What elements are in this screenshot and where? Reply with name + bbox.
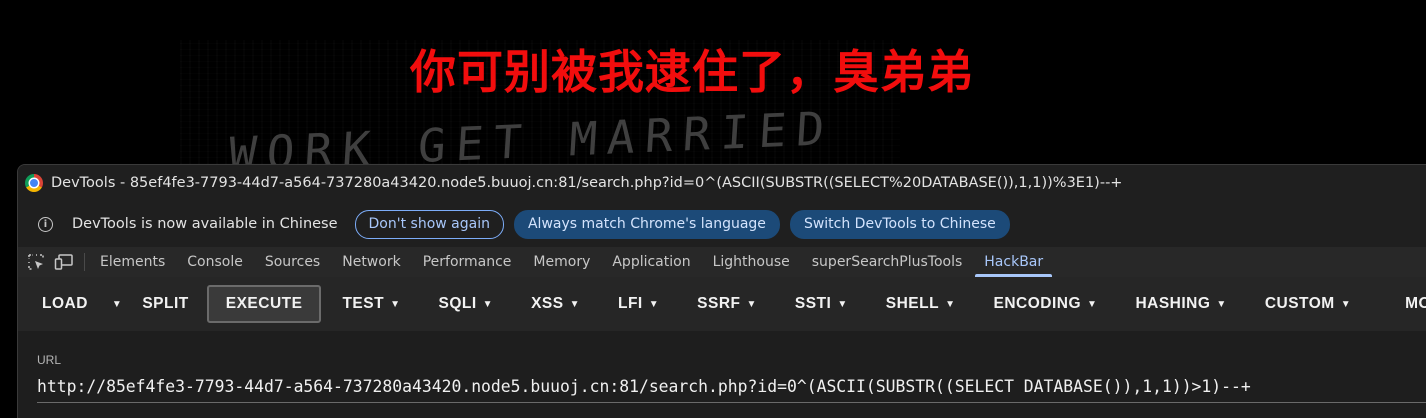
tab-application[interactable]: Application: [601, 247, 701, 277]
chevron-down-icon: ▼: [390, 298, 401, 310]
custom-menu-button[interactable]: CUSTOM ▼: [1265, 285, 1351, 323]
tab-memory[interactable]: Memory: [522, 247, 601, 277]
always-match-language-button[interactable]: Always match Chrome's language: [513, 209, 780, 239]
ssrf-menu-button[interactable]: SSRF ▼: [697, 285, 757, 323]
chevron-down-icon: ▼: [945, 298, 956, 310]
shell-menu-label: SHELL: [885, 295, 940, 312]
chevron-down-icon: ▼: [1087, 298, 1098, 310]
web-page-background: WORK GET MARRIED 你可别被我逮住了，臭弟弟: [0, 0, 1426, 165]
chrome-icon: [25, 174, 43, 192]
chevron-down-icon: ▼: [569, 298, 580, 310]
chevron-down-icon: ▼: [1216, 298, 1227, 310]
switch-to-chinese-button[interactable]: Switch DevTools to Chinese: [789, 209, 1010, 239]
encoding-menu-label: ENCODING: [993, 295, 1082, 312]
dont-show-again-button[interactable]: Don't show again: [354, 209, 504, 239]
tab-elements[interactable]: Elements: [89, 247, 176, 277]
tab-performance[interactable]: Performance: [412, 247, 523, 277]
load-button-label: LOAD: [42, 295, 88, 312]
chevron-down-icon: ▼: [1340, 298, 1352, 310]
tab-lighthouse[interactable]: Lighthouse: [702, 247, 801, 277]
tab-sources[interactable]: Sources: [254, 247, 331, 277]
ssrf-menu-label: SSRF: [697, 295, 741, 312]
device-toolbar-icon[interactable]: [54, 252, 74, 272]
info-icon: i: [38, 216, 53, 232]
xss-menu-label: XSS: [531, 295, 564, 312]
execute-button[interactable]: EXECUTE: [206, 285, 322, 323]
sqli-menu-label: SQLI: [438, 295, 477, 312]
test-menu-label: TEST: [342, 295, 385, 312]
window-title: DevTools - 85ef4fe3-7793-44d7-a564-73728…: [51, 175, 1123, 191]
infobar-message: DevTools is now available in Chinese: [72, 216, 338, 232]
hackbar-toolbar: LOAD ▼ SPLIT EXECUTE TEST ▼ SQLI ▼ XSS ▼ LF…: [18, 277, 1426, 331]
url-label: URL: [37, 353, 62, 367]
tabbar-divider: [84, 253, 85, 271]
tab-hackbar[interactable]: HackBar: [973, 247, 1054, 277]
load-button[interactable]: LOAD: [42, 285, 88, 323]
hashing-menu-label: HASHING: [1135, 295, 1211, 312]
tab-network[interactable]: Network: [331, 247, 411, 277]
ssti-menu-label: SSTI: [794, 295, 832, 312]
more-menu-button[interactable]: MO: [1405, 285, 1426, 323]
tab-console[interactable]: Console: [176, 247, 254, 277]
hashing-menu-button[interactable]: HASHING ▼: [1135, 285, 1226, 323]
chevron-down-icon: ▼: [648, 298, 660, 310]
language-infobar: i DevTools is now available in Chinese D…: [18, 201, 1426, 247]
sqli-menu-button[interactable]: SQLI ▼: [439, 285, 494, 323]
lfi-menu-label: LFI: [618, 295, 643, 312]
shell-menu-button[interactable]: SHELL ▼: [886, 285, 956, 323]
window-titlebar[interactable]: DevTools - 85ef4fe3-7793-44d7-a564-73728…: [18, 165, 1426, 201]
screen: WORK GET MARRIED 你可别被我逮住了，臭弟弟 DevTools -…: [0, 0, 1426, 418]
lfi-menu-button[interactable]: LFI ▼: [618, 285, 659, 323]
devtools-tabbar: Elements Console Sources Network Perform…: [18, 247, 1426, 278]
url-section: URL: [18, 331, 1426, 418]
chevron-down-icon: ▼: [482, 298, 494, 310]
custom-menu-label: CUSTOM: [1264, 295, 1335, 312]
split-button[interactable]: SPLIT: [142, 285, 188, 323]
page-headline: 你可别被我逮住了，臭弟弟: [410, 45, 974, 99]
chevron-down-icon: ▼: [746, 298, 757, 310]
chevron-down-icon: ▼: [837, 298, 848, 310]
load-options-chevron-down-icon[interactable]: ▼: [112, 285, 122, 323]
devtools-window: DevTools - 85ef4fe3-7793-44d7-a564-73728…: [17, 164, 1426, 418]
xss-menu-button[interactable]: XSS ▼: [531, 285, 580, 323]
tab-supersearchplustools[interactable]: superSearchPlusTools: [801, 247, 974, 277]
ssti-menu-button[interactable]: SSTI ▼: [795, 285, 848, 323]
inspect-element-icon[interactable]: [26, 252, 46, 272]
url-input[interactable]: [37, 371, 1426, 403]
test-menu-button[interactable]: TEST ▼: [342, 285, 400, 323]
encoding-menu-button[interactable]: ENCODING ▼: [993, 285, 1097, 323]
